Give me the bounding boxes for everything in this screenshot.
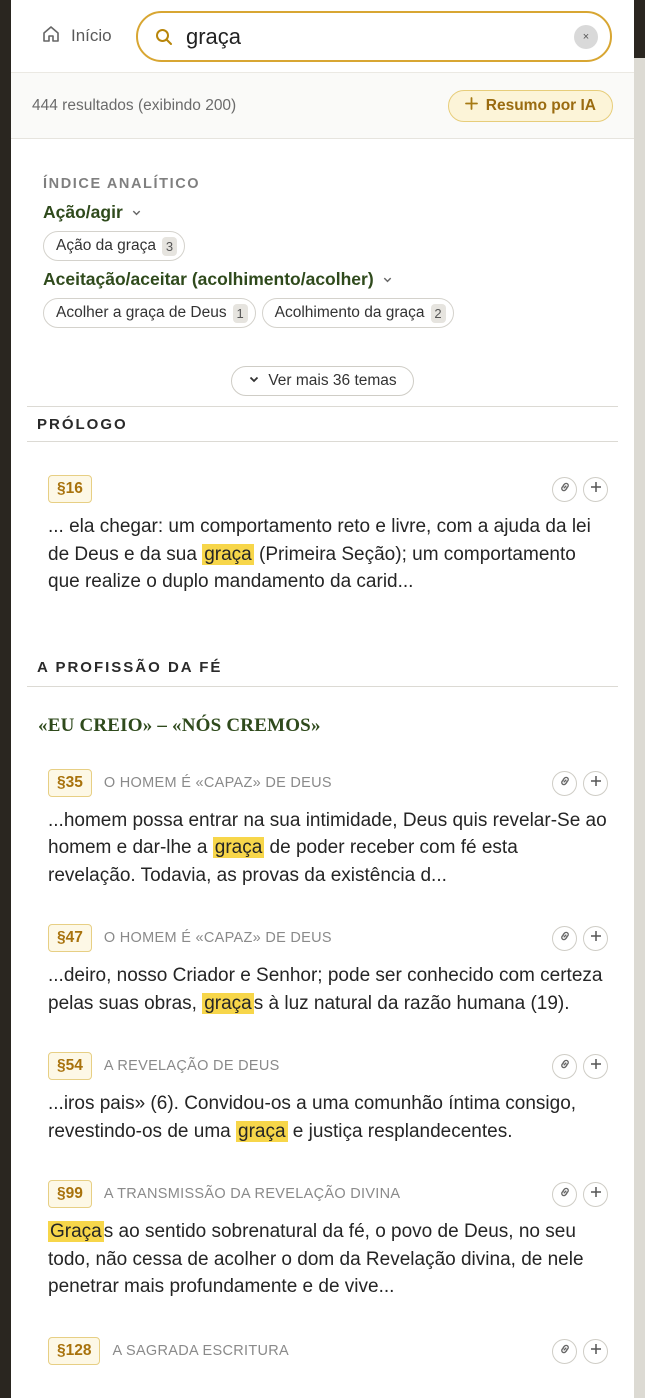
index-topic-label: Ação/agir <box>43 202 123 222</box>
clear-search-button[interactable]: × <box>574 25 598 49</box>
search-highlight: graça <box>236 1120 288 1142</box>
results-bar: 444 resultados (exibindo 200) Resumo por… <box>11 73 634 139</box>
home-label: Início <box>71 26 112 45</box>
plus-icon <box>589 1057 603 1076</box>
entry-section-title: O HOMEM É «CAPAZ» DE DEUS <box>103 774 332 791</box>
plus-icon <box>589 929 603 948</box>
result-entry[interactable]: §128 A SAGRADA ESCRITURA <box>11 1336 634 1365</box>
add-button[interactable] <box>583 1338 608 1364</box>
copy-link-button[interactable] <box>552 1182 577 1207</box>
snippet-text: e justiça resplandecentes. <box>287 1120 513 1142</box>
chevron-down-icon <box>248 372 260 390</box>
index-chip[interactable]: Ação da graça 3 <box>43 231 185 261</box>
index-chip-count: 2 <box>430 303 446 323</box>
results-count: 444 resultados (exibindo 200) <box>32 96 237 114</box>
result-snippet: ... ela chegar: um comportamento reto e … <box>48 513 608 596</box>
result-snippet: ...deiro, nosso Criador e Senhor; pode s… <box>48 962 608 1017</box>
paragraph-badge[interactable]: §128 <box>48 1336 101 1365</box>
search-highlight: graça <box>212 837 265 858</box>
result-snippet: ...iros pais» (6). Convidou-os a uma com… <box>48 1090 608 1145</box>
index-chip-label: Acolher a graça de Deus <box>56 304 227 321</box>
add-button[interactable] <box>583 1182 608 1207</box>
snippet-text: s à luz natural da razão humana (19). <box>253 992 570 1014</box>
result-entry[interactable]: §54 A REVELAÇÃO DE DEUS ...iros pais» (6… <box>11 1052 634 1145</box>
chevron-down-icon <box>382 269 393 290</box>
paragraph-badge[interactable]: §99 <box>48 1180 92 1208</box>
paragraph-badge[interactable]: §47 <box>48 924 92 952</box>
copy-link-button[interactable] <box>552 1338 577 1364</box>
paragraph-badge[interactable]: §16 <box>48 475 92 503</box>
plus-icon <box>589 1342 603 1361</box>
copy-link-button[interactable] <box>552 926 577 951</box>
result-entry[interactable]: §16 ... ela chegar: um comportamento ret… <box>11 475 634 596</box>
copy-link-button[interactable] <box>552 1054 577 1079</box>
index-heading: ÍNDICE ANALÍTICO <box>43 176 201 192</box>
index-chip-count: 3 <box>161 236 177 256</box>
result-snippet: Graça s ao sentido sobrenatural da fé, o … <box>48 1218 608 1301</box>
result-snippet: ...homem possa entrar na sua intimidade,… <box>48 807 608 890</box>
index-chip[interactable]: Acolher a graça de Deus 1 <box>43 298 256 328</box>
index-topic-acao[interactable]: Ação/agir <box>43 202 602 223</box>
paragraph-badge[interactable]: §35 <box>48 768 92 797</box>
index-chip-count: 1 <box>232 303 248 323</box>
home-button[interactable]: Início <box>41 24 112 49</box>
paragraph-badge[interactable]: §54 <box>48 1052 92 1080</box>
copy-link-button[interactable] <box>552 477 577 502</box>
search-highlight: Graça <box>48 1221 104 1242</box>
link-icon <box>558 929 572 948</box>
entry-section-title: A TRANSMISSÃO DA REVELAÇÃO DIVINA <box>103 1186 401 1202</box>
link-icon <box>558 774 572 793</box>
add-button[interactable] <box>583 1054 608 1079</box>
search-highlight: graça <box>202 992 254 1014</box>
plus-icon <box>589 480 603 499</box>
add-button[interactable] <box>583 770 608 796</box>
result-entry[interactable]: §99 A TRANSMISSÃO DA REVELAÇÃO DIVINA Gr… <box>11 1180 634 1301</box>
search-input[interactable] <box>186 23 556 50</box>
link-icon <box>558 480 572 499</box>
copy-link-button[interactable] <box>552 770 577 796</box>
show-more-topics-button[interactable]: Ver mais 36 temas <box>231 366 414 396</box>
add-button[interactable] <box>583 926 608 951</box>
entry-section-title: A REVELAÇÃO DE DEUS <box>103 1058 280 1074</box>
search-box[interactable]: × <box>136 11 612 62</box>
index-topic-aceitacao[interactable]: Aceitação/aceitar (acolhimento/acolher) <box>43 269 602 290</box>
plus-icon <box>589 1185 603 1204</box>
result-entry[interactable]: §35 O HOMEM É «CAPAZ» DE DEUS ...homem p… <box>11 768 634 890</box>
chevron-down-icon <box>131 202 142 223</box>
sparkle-plus-icon <box>464 96 478 115</box>
link-icon <box>558 1185 572 1204</box>
subsection-title: «EU CREIO» – «NÓS CREMOS» <box>38 714 321 736</box>
index-topic-label: Aceitação/aceitar (acolhimento/acolher) <box>43 269 374 289</box>
link-icon <box>558 1342 572 1361</box>
show-more-label: Ver mais 36 temas <box>268 372 397 389</box>
index-chip[interactable]: Acolhimento da graça 2 <box>261 298 454 328</box>
entry-section-title: A SAGRADA ESCRITURA <box>112 1342 290 1359</box>
add-button[interactable] <box>583 477 608 502</box>
section-heading: PRÓLOGO <box>27 406 618 442</box>
result-entry[interactable]: §47 O HOMEM É «CAPAZ» DE DEUS ...deiro, … <box>11 924 634 1017</box>
ai-summary-button[interactable]: Resumo por IA <box>447 89 613 122</box>
search-panel: Início × 444 resultados (exibindo 200) R… <box>11 0 634 1398</box>
index-chip-label: Ação da graça <box>56 237 156 254</box>
entry-section-title: O HOMEM É «CAPAZ» DE DEUS <box>103 930 332 946</box>
link-icon <box>558 1057 572 1076</box>
search-highlight: graça <box>202 543 254 565</box>
ai-summary-label: Resumo por IA <box>485 96 596 114</box>
section-heading: A PROFISSÃO DA FÉ <box>27 649 618 687</box>
snippet-text: s ao sentido sobrenatural da fé, o povo … <box>48 1221 584 1297</box>
analytic-index: ÍNDICE ANALÍTICO Ação/agir Ação da graça… <box>11 139 634 396</box>
plus-icon <box>589 774 603 793</box>
page-backdrop <box>634 58 645 1398</box>
home-icon <box>41 24 61 49</box>
index-chip-label: Acolhimento da graça <box>274 304 425 321</box>
search-icon <box>154 27 174 47</box>
